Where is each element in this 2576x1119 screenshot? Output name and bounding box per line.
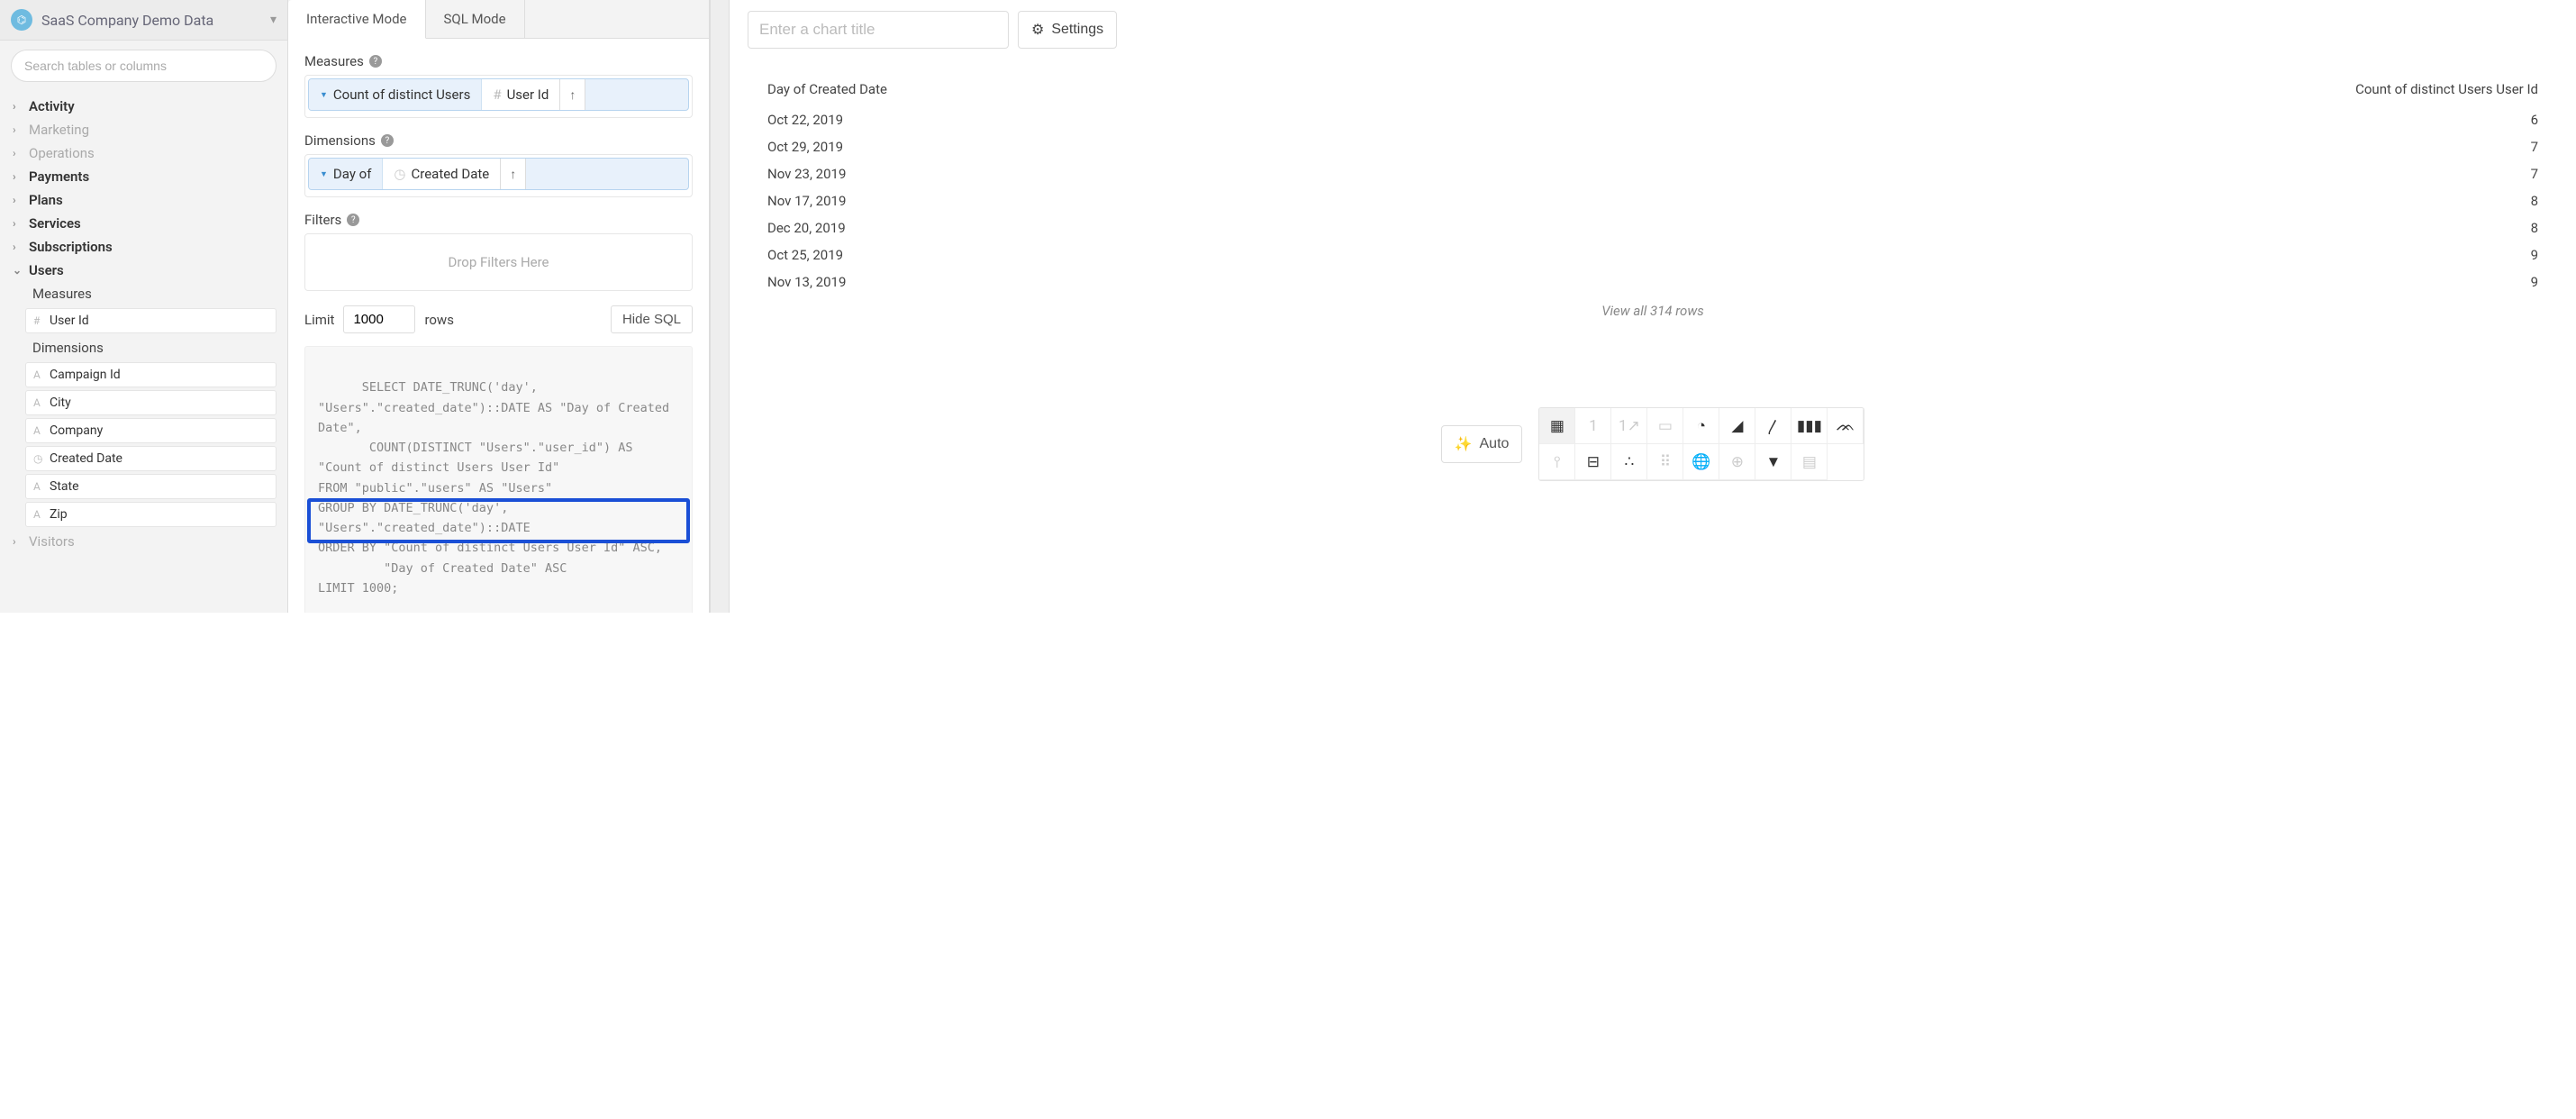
- tab-interactive-mode[interactable]: Interactive Mode: [288, 0, 426, 39]
- table-operations[interactable]: ›Operations: [7, 141, 280, 165]
- viz-funnel-icon[interactable]: ▼: [1755, 444, 1791, 480]
- chart-title-input[interactable]: [748, 11, 1009, 49]
- viz-boxplot-icon[interactable]: ⊟: [1575, 444, 1611, 480]
- field-city[interactable]: ACity: [25, 390, 277, 415]
- viz-heatmap-icon[interactable]: ▤: [1791, 444, 1828, 480]
- database-icon: ⌬: [11, 9, 32, 31]
- sql-preview: SELECT DATE_TRUNC('day', "Users"."create…: [304, 346, 693, 613]
- clock-icon: ◷: [33, 452, 50, 465]
- schema-sidebar: ⌬ SaaS Company Demo Data ▾ ›Activity ›Ma…: [0, 0, 288, 613]
- field-state[interactable]: AState: [25, 474, 277, 499]
- hash-icon: #: [493, 86, 501, 103]
- field-company[interactable]: ACompany: [25, 418, 277, 443]
- results-panel: ⚙ Settings Day of Created Date Count of …: [730, 0, 2576, 613]
- table-services[interactable]: ›Services: [7, 212, 280, 235]
- clock-icon: ◷: [394, 166, 405, 182]
- measures-section-label: Measures?: [304, 53, 693, 69]
- text-icon: A: [33, 396, 50, 409]
- viz-bubble-icon[interactable]: ⠿: [1647, 444, 1683, 480]
- viz-combo-icon[interactable]: ⫯: [1539, 444, 1575, 480]
- viz-globe-icon[interactable]: 🌐: [1683, 444, 1719, 480]
- text-icon: A: [33, 480, 50, 493]
- rows-label: rows: [424, 312, 454, 328]
- tables-tree: ›Activity ›Marketing ›Operations ›Paymen…: [0, 91, 287, 613]
- table-row: Nov 13, 20199: [755, 268, 2551, 296]
- column-header-count[interactable]: Count of distinct Users User Id: [2355, 81, 2538, 97]
- table-row: Oct 22, 20196: [755, 106, 2551, 133]
- chevron-down-icon: ▼: [320, 169, 328, 179]
- viz-table-icon[interactable]: ▦: [1539, 408, 1575, 444]
- auto-viz-button[interactable]: ✨ Auto: [1441, 425, 1523, 463]
- viz-type-grid: ▦ 1 1↗ ▭ ◔ ◢ 〳 ▮▮▮ ᨏ ⫯ ⊟ ∴ ⠿ 🌐 ⊕ ▼ ▤: [1538, 407, 1864, 481]
- viz-map-icon[interactable]: ⊕: [1719, 444, 1755, 480]
- limit-input[interactable]: [343, 305, 415, 333]
- table-users[interactable]: ⌄Users: [7, 259, 280, 282]
- limit-label: Limit: [304, 312, 334, 328]
- filters-drop-zone[interactable]: Drop Filters Here: [304, 233, 693, 291]
- field-user-id[interactable]: #User Id: [25, 308, 277, 333]
- table-row: Dec 20, 20198: [755, 214, 2551, 241]
- table-subscriptions[interactable]: ›Subscriptions: [7, 235, 280, 259]
- mode-tabs: Interactive Mode SQL Mode: [288, 0, 709, 39]
- help-icon[interactable]: ?: [369, 55, 382, 68]
- sort-asc-icon[interactable]: ↑: [560, 79, 585, 110]
- dimension-pill[interactable]: ▼Day of ◷Created Date ↑: [308, 158, 689, 190]
- table-activity[interactable]: ›Activity: [7, 95, 280, 118]
- viz-scatter-icon[interactable]: ∴: [1611, 444, 1647, 480]
- sort-asc-icon[interactable]: ↑: [501, 159, 526, 189]
- results-table: Day of Created Date Count of distinct Us…: [755, 72, 2551, 326]
- measures-heading: Measures: [7, 282, 280, 305]
- text-icon: A: [33, 368, 50, 381]
- gear-icon: ⚙: [1031, 21, 1044, 39]
- table-payments[interactable]: ›Payments: [7, 165, 280, 188]
- chevron-down-icon: ▼: [320, 90, 328, 100]
- search-input[interactable]: [11, 50, 277, 82]
- viz-empty: [1828, 444, 1864, 480]
- table-row: Oct 29, 20197: [755, 133, 2551, 160]
- chevron-down-icon: ▾: [270, 13, 277, 27]
- tab-sql-mode[interactable]: SQL Mode: [426, 0, 525, 38]
- database-selector[interactable]: ⌬ SaaS Company Demo Data ▾: [0, 0, 287, 41]
- viz-bar-icon[interactable]: ▮▮▮: [1791, 408, 1828, 444]
- filters-section-label: Filters?: [304, 212, 693, 228]
- hide-sql-button[interactable]: Hide SQL: [611, 305, 693, 333]
- wand-icon: ✨: [1455, 435, 1473, 453]
- viz-pie-icon[interactable]: ◔: [1683, 408, 1719, 444]
- dimensions-heading: Dimensions: [7, 336, 280, 359]
- table-visitors[interactable]: ›Visitors: [7, 530, 280, 553]
- help-icon[interactable]: ?: [347, 214, 359, 226]
- field-zip[interactable]: AZip: [25, 502, 277, 527]
- column-header-date[interactable]: Day of Created Date: [767, 81, 887, 97]
- viz-progress-icon[interactable]: ▭: [1647, 408, 1683, 444]
- table-row: Oct 25, 20199: [755, 241, 2551, 268]
- viz-spark-icon[interactable]: ᨏ: [1828, 408, 1864, 444]
- table-row: Nov 23, 20197: [755, 160, 2551, 187]
- viz-trend-icon[interactable]: 1↗: [1611, 408, 1647, 444]
- panel-divider[interactable]: [710, 0, 730, 613]
- field-created-date[interactable]: ◷Created Date: [25, 446, 277, 471]
- settings-button[interactable]: ⚙ Settings: [1018, 11, 1117, 49]
- database-name: SaaS Company Demo Data: [41, 12, 270, 29]
- viz-area-icon[interactable]: ◢: [1719, 408, 1755, 444]
- query-builder-panel: Interactive Mode SQL Mode Measures? ▼Cou…: [288, 0, 710, 613]
- viz-bignumber-icon[interactable]: 1: [1575, 408, 1611, 444]
- measure-pill[interactable]: ▼Count of distinct Users #User Id ↑: [308, 78, 689, 111]
- hash-icon: #: [33, 314, 50, 327]
- table-marketing[interactable]: ›Marketing: [7, 118, 280, 141]
- text-icon: A: [33, 508, 50, 521]
- viz-line-icon[interactable]: 〳: [1755, 408, 1791, 444]
- dimensions-section-label: Dimensions?: [304, 132, 693, 149]
- table-row: Nov 17, 20198: [755, 187, 2551, 214]
- view-all-rows-link[interactable]: View all 314 rows: [755, 296, 2551, 326]
- help-icon[interactable]: ?: [381, 134, 394, 147]
- text-icon: A: [33, 424, 50, 437]
- field-campaign-id[interactable]: ACampaign Id: [25, 362, 277, 387]
- table-plans[interactable]: ›Plans: [7, 188, 280, 212]
